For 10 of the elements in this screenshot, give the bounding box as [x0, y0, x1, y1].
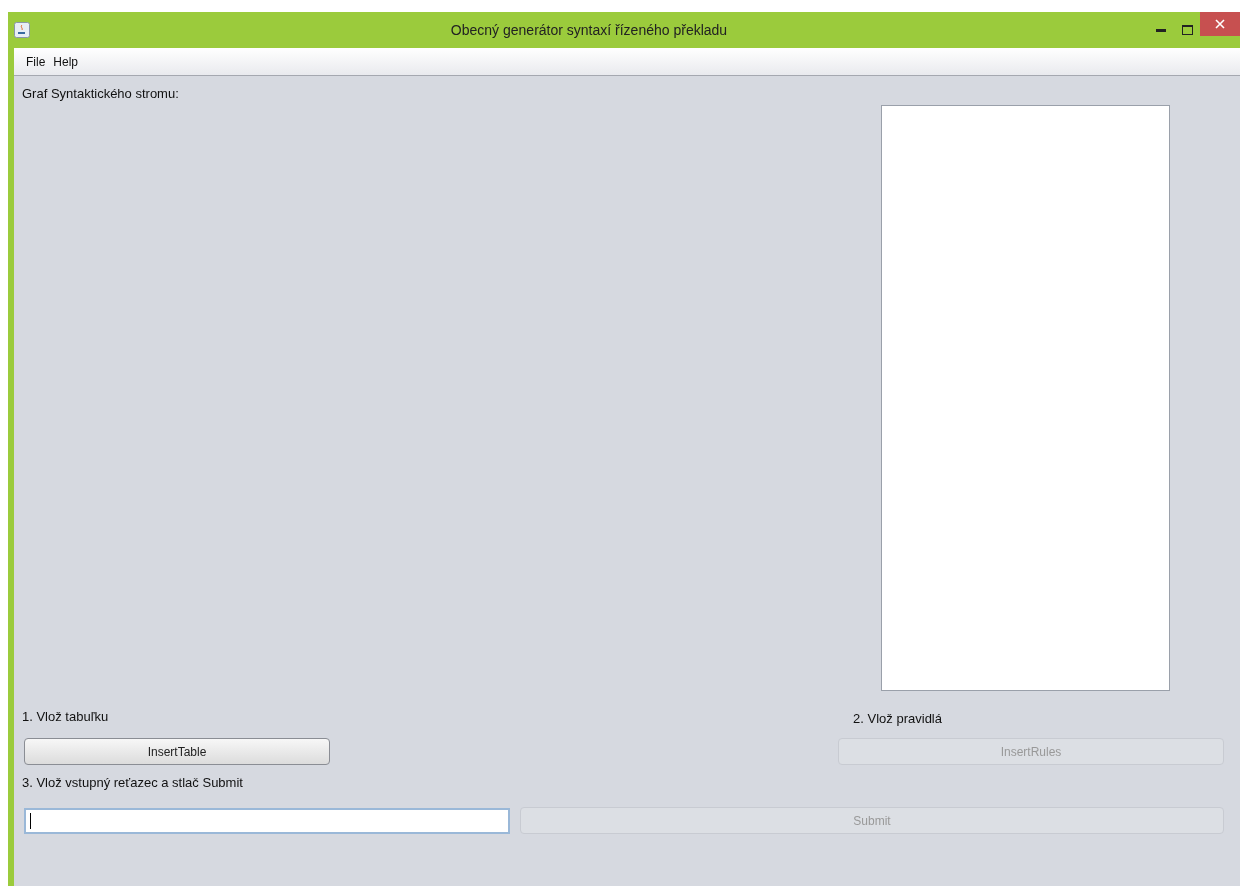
app-icon	[14, 22, 30, 38]
window-title: Obecný generátor syntaxí řízeného překladu	[449, 22, 729, 38]
menu-item[interactable]: File	[26, 54, 46, 69]
step-label: 3. Vlož vstupný reťazec a stlač Submit	[22, 775, 244, 790]
step-label: 1. Vlož tabuľku	[22, 709, 109, 724]
tree-label: Graf Syntaktického stromu:	[22, 86, 180, 101]
input-field[interactable]	[24, 808, 510, 834]
menu-item[interactable]: Help	[53, 54, 79, 69]
step-label: 2. Vlož pravidlá	[853, 711, 942, 726]
insert-table-button[interactable]: InsertTable	[24, 738, 330, 765]
